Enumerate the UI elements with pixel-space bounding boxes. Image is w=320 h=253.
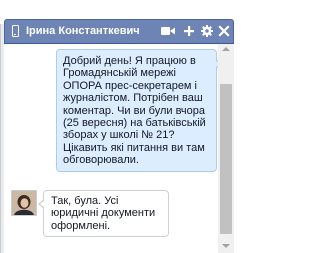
add-friend-icon[interactable] — [183, 23, 195, 39]
contact-name[interactable]: Ірина Константкевич — [26, 25, 140, 37]
scroll-down-arrow-icon[interactable] — [222, 244, 230, 248]
incoming-message[interactable]: Так, була. Усі юридичні документи оформл… — [38, 190, 169, 238]
chat-window: Ірина Константкевич Добрий день! Я працю… — [0, 0, 253, 253]
page-background-right — [234, 19, 253, 253]
page-divider — [0, 24, 1, 253]
video-camera-icon[interactable] — [160, 23, 176, 39]
mobile-phone-icon — [12, 25, 19, 37]
outgoing-message[interactable]: Добрий день! Я працюю в Громадянській ме… — [56, 49, 222, 172]
avatar[interactable] — [11, 190, 37, 216]
close-icon[interactable] — [218, 23, 230, 39]
scrollbar-thumb[interactable] — [220, 84, 232, 234]
gear-icon[interactable] — [200, 23, 214, 39]
scrollbar[interactable] — [218, 44, 234, 253]
bubble-tail — [38, 199, 45, 209]
message-text: Так, була. Усі юридичні документи оформл… — [51, 195, 156, 232]
message-list[interactable]: Добрий день! Я працюю в Громадянській ме… — [4, 44, 234, 253]
scroll-up-arrow-icon[interactable] — [222, 47, 230, 51]
chat-titlebar[interactable]: Ірина Константкевич — [4, 19, 234, 44]
message-text: Добрий день! Я працюю в Громадянській ме… — [63, 55, 206, 167]
